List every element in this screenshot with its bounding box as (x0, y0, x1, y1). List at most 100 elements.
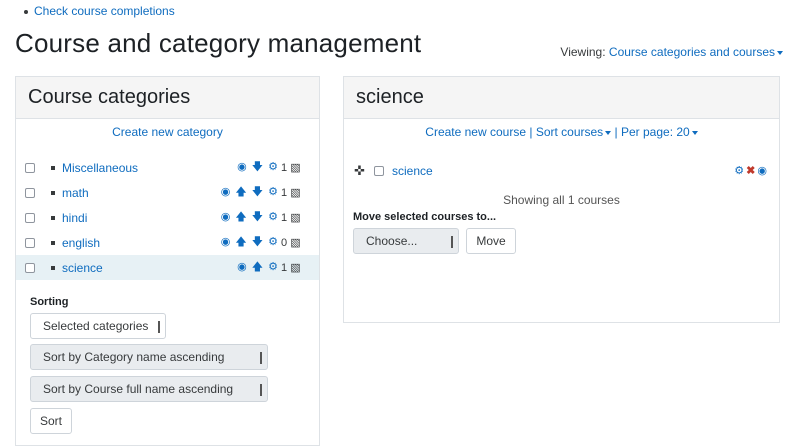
sort-category-select[interactable]: Sort by Category name ascending (30, 344, 268, 370)
category-actions: ◉ 🡇 ⚙ (199, 158, 279, 177)
bullet-icon (51, 265, 55, 270)
arrow-up-icon[interactable]: 🡅 (235, 211, 247, 223)
sort-course-select[interactable]: Sort by Course full name ascending (30, 376, 268, 402)
courses-panel: science Create new course | Sort courses… (343, 76, 780, 323)
category-checkbox[interactable] (25, 212, 35, 223)
course-count: 1 ▧ (281, 261, 301, 274)
check-course-completions-link[interactable]: Check course completions (34, 4, 175, 18)
category-row-miscellaneous: Miscellaneous ◉ 🡇 ⚙ 1 ▧ (16, 155, 319, 180)
select-arrow-icon (451, 236, 453, 248)
category-checkbox[interactable] (25, 262, 35, 273)
select-arrow-icon (260, 384, 262, 396)
category-link[interactable]: math (62, 186, 89, 200)
sort-courses-label: Sort courses (535, 125, 604, 139)
course-count-value: 1 (281, 162, 288, 174)
bullet-icon (51, 165, 55, 170)
chevron-down-icon (605, 130, 612, 135)
gear-icon[interactable]: ⚙ (734, 165, 746, 177)
gear-icon[interactable]: ⚙ (268, 236, 279, 248)
category-actions: ◉ 🡅 ⚙ (199, 258, 279, 277)
eye-icon[interactable]: ◉ (221, 186, 232, 198)
eye-icon[interactable]: ◉ (237, 261, 248, 273)
move-button[interactable]: Move (466, 228, 516, 254)
category-checkbox[interactable] (25, 187, 35, 198)
sort-courses-dropdown[interactable]: Sort courses (535, 125, 612, 139)
sort-course-value: Sort by Course full name ascending (43, 382, 234, 396)
category-checkbox[interactable] (25, 162, 35, 173)
category-row-english: english ◉ 🡅 🡇 ⚙ 0 ▧ (16, 230, 319, 255)
select-arrow-icon (260, 352, 262, 364)
gear-icon[interactable]: ⚙ (268, 186, 279, 198)
bullet-icon (51, 215, 55, 220)
course-categories-header: Course categories (16, 77, 319, 119)
move-to-category-select[interactable]: Choose... (353, 228, 459, 254)
category-link[interactable]: science (62, 261, 103, 275)
gear-icon[interactable]: ⚙ (268, 161, 279, 173)
category-actions: ◉ 🡅 🡇 ⚙ (199, 233, 279, 252)
category-link[interactable]: english (62, 236, 100, 250)
course-categories-panel: Course categories Create new category Mi… (15, 76, 320, 446)
arrow-up-icon[interactable]: 🡅 (235, 236, 247, 248)
category-link[interactable]: hindi (62, 211, 87, 225)
sort-category-value: Sort by Category name ascending (43, 350, 225, 364)
viewing-label: Viewing: (560, 45, 606, 59)
check-course-completions-item: Check course completions (24, 4, 175, 18)
create-new-category-link[interactable]: Create new category (112, 125, 223, 139)
arrow-up-icon[interactable]: 🡅 (235, 186, 247, 198)
eye-icon[interactable]: ◉ (221, 211, 232, 223)
chevron-down-icon (691, 130, 698, 135)
sort-button[interactable]: Sort (30, 408, 72, 434)
category-row-science: science ◉ 🡅 ⚙ 1 ▧ (16, 255, 319, 280)
bullet-icon (51, 190, 55, 195)
chevron-down-icon (777, 50, 783, 55)
separator: | (614, 125, 618, 139)
category-row-math: math ◉ 🡅 🡇 ⚙ 1 ▧ (16, 180, 319, 205)
arrow-down-icon[interactable]: 🡇 (252, 186, 264, 198)
course-count: 1 ▧ (281, 211, 301, 224)
course-count-value: 1 (281, 262, 288, 274)
box-icon: ▧ (290, 162, 301, 174)
course-checkbox[interactable] (374, 166, 384, 176)
delete-icon[interactable]: ✖ (746, 165, 757, 177)
per-page-label: Per page: 20 (620, 125, 690, 139)
separator: | (529, 125, 533, 139)
viewing-selector: Viewing: Course categories and courses (560, 45, 783, 59)
course-listing-actions: Create new course | Sort courses | Per p… (344, 125, 779, 139)
viewing-value: Course categories and courses (608, 45, 775, 59)
arrow-up-icon[interactable]: 🡅 (252, 261, 264, 273)
box-icon: ▧ (290, 187, 301, 199)
sorting-label: Sorting (30, 296, 69, 308)
move-courses-label: Move selected courses to... (353, 211, 497, 223)
per-page-dropdown[interactable]: Per page: 20 (621, 125, 698, 139)
move-icon[interactable]: ✜ (354, 163, 365, 179)
category-link[interactable]: Miscellaneous (62, 161, 138, 175)
course-actions: ⚙✖◉ (734, 164, 769, 177)
course-row: ✜ science ⚙✖◉ (354, 163, 769, 181)
move-select-value: Choose... (366, 234, 418, 248)
gear-icon[interactable]: ⚙ (268, 211, 279, 223)
eye-icon[interactable]: ◉ (221, 236, 232, 248)
sort-scope-select[interactable]: Selected categories (30, 313, 166, 339)
category-list: Miscellaneous ◉ 🡇 ⚙ 1 ▧ math ◉ 🡅 🡇 ⚙ 1 ▧… (16, 155, 319, 280)
gear-icon[interactable]: ⚙ (268, 261, 279, 273)
eye-icon[interactable]: ◉ (237, 161, 248, 173)
courses-panel-header: science (344, 77, 779, 119)
bullet-icon (24, 9, 28, 14)
page-title: Course and category management (15, 28, 422, 58)
box-icon: ▧ (290, 237, 301, 249)
box-icon: ▧ (290, 262, 301, 274)
course-link[interactable]: science (392, 164, 433, 178)
category-actions: ◉ 🡅 🡇 ⚙ (199, 208, 279, 227)
course-count: 0 ▧ (281, 236, 301, 249)
select-arrow-icon (158, 321, 160, 333)
arrow-down-icon[interactable]: 🡇 (252, 211, 264, 223)
arrow-down-icon[interactable]: 🡇 (252, 236, 264, 248)
viewing-dropdown[interactable]: Course categories and courses (609, 45, 783, 59)
course-count-value: 1 (281, 187, 288, 199)
course-count: 1 ▧ (281, 161, 301, 174)
arrow-down-icon[interactable]: 🡇 (252, 161, 264, 173)
category-checkbox[interactable] (25, 237, 35, 248)
create-new-course-link[interactable]: Create new course (425, 125, 526, 139)
eye-icon[interactable]: ◉ (757, 165, 769, 177)
course-count-value: 1 (281, 212, 288, 224)
